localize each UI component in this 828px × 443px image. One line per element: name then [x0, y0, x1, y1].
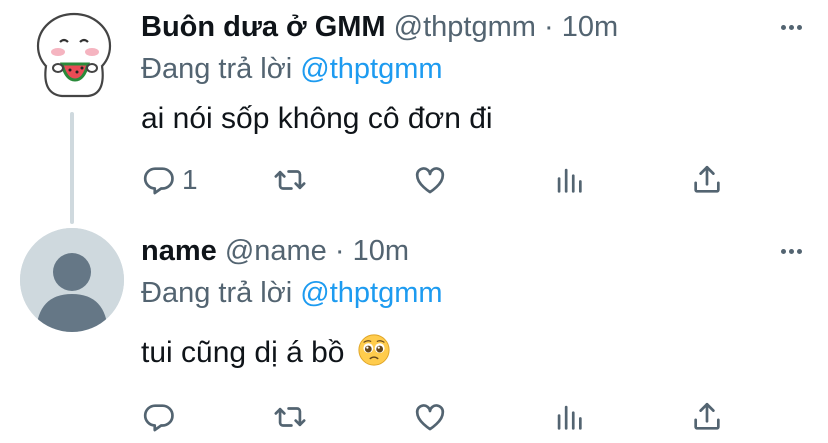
like-button[interactable] [413, 397, 447, 437]
separator-dot: · [334, 235, 345, 267]
retweet-icon [274, 407, 306, 427]
like-icon [415, 167, 445, 194]
tweet-header: Buôn dưa ở GMM @thptgmm · 10m [141, 10, 618, 44]
reply-prefix: Đang trả lời [141, 53, 293, 85]
retweet-button[interactable] [273, 397, 307, 437]
avatar[interactable] [20, 228, 124, 332]
author-name[interactable]: Buôn dưa ở GMM [141, 11, 386, 43]
action-bar [0, 397, 828, 437]
tweet[interactable]: name @name · 10m Đang trả lời @thptgmm t… [0, 220, 828, 443]
author-handle[interactable]: @thptgmm [394, 11, 536, 43]
share-icon [694, 402, 720, 430]
separator-dot: · [543, 11, 554, 43]
share-icon [694, 165, 720, 193]
more-icon-dot [796, 248, 802, 254]
reply-icon [143, 404, 174, 432]
reply-button[interactable] [142, 397, 182, 437]
share-button[interactable] [690, 160, 724, 200]
retweet-button[interactable] [273, 160, 307, 200]
author-name[interactable]: name [141, 235, 217, 267]
timestamp[interactable]: 10m [562, 11, 618, 43]
replying-to: Đang trả lời @thptgmm [141, 276, 443, 310]
more-options-button[interactable] [776, 236, 806, 266]
cute-cat-sticker-icon [36, 12, 112, 98]
reply-icon [143, 167, 174, 195]
tweet-text-row: tui cũng dị á bồ [141, 333, 391, 371]
replying-to: Đang trả lời @thptgmm [141, 52, 443, 86]
views-icon [557, 168, 582, 193]
tweet-text: ai nói sốp không cô đơn đi [141, 102, 493, 135]
more-options-button[interactable] [776, 12, 806, 42]
like-icon [415, 404, 445, 431]
more-icon-dot [788, 24, 794, 30]
pleading-face-icon [358, 334, 390, 366]
avatar[interactable] [22, 4, 122, 104]
more-icon [780, 248, 786, 254]
tweet[interactable]: Buôn dưa ở GMM @thptgmm · 10m Đang trả l… [0, 0, 828, 224]
action-bar: 1 [0, 160, 828, 200]
tweet-header: name @name · 10m [141, 234, 409, 268]
reply-button[interactable]: 1 [142, 160, 198, 200]
timestamp[interactable]: 10m [353, 235, 409, 267]
tweet-text: tui cũng dị á bồ [141, 336, 345, 369]
views-button[interactable] [552, 397, 586, 437]
more-icon-dot [788, 248, 794, 254]
author-handle[interactable]: @name [225, 235, 327, 267]
views-button[interactable] [552, 160, 586, 200]
reply-mention-link[interactable]: @thptgmm [300, 53, 442, 85]
reply-prefix: Đang trả lời [141, 277, 293, 309]
reply-mention-link[interactable]: @thptgmm [300, 277, 442, 309]
more-icon-dot [796, 24, 802, 30]
reply-count: 1 [182, 164, 198, 195]
retweet-icon [274, 170, 306, 190]
like-button[interactable] [413, 160, 447, 200]
more-icon [780, 24, 786, 30]
views-icon [557, 405, 582, 430]
default-avatar-icon [20, 228, 124, 332]
share-button[interactable] [690, 397, 724, 437]
